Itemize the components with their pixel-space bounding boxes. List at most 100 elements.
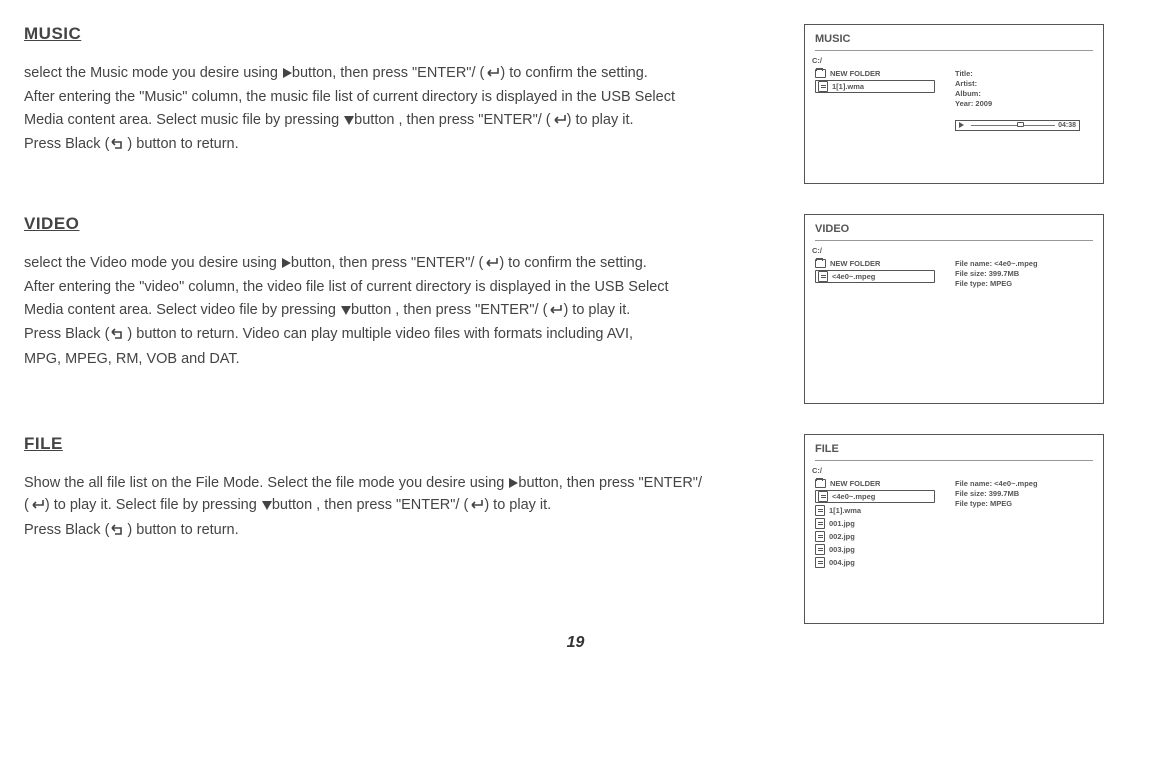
text: ) to play it. Select file by pressing [45, 497, 261, 513]
right-triangle-icon [282, 258, 291, 268]
file-icon [815, 531, 825, 542]
text: ) to confirm the setting. [499, 255, 646, 271]
list-item: 1[1].wma [815, 505, 945, 516]
file-list: NEW FOLDER 1[1].wma [815, 69, 945, 131]
video-panel: VIDEO C:/ NEW FOLDER <4e0~.mpeg File nam… [804, 214, 1104, 404]
meta-panel: Title: Artist: Album: Year: 2009 04:38 [955, 69, 1080, 131]
separator [815, 50, 1093, 51]
item-label: 001.jpg [829, 519, 855, 528]
text: ) to confirm the setting. [500, 65, 647, 81]
item-label: NEW FOLDER [830, 479, 880, 488]
item-label: 003.jpg [829, 545, 855, 554]
enter-icon [484, 64, 500, 86]
text: After entering the "video" column, the v… [24, 279, 669, 295]
down-triangle-icon [341, 306, 351, 315]
back-icon [109, 325, 127, 347]
text: MPG, MPEG, RM, VOB and DAT. [24, 351, 240, 367]
file-icon [815, 544, 825, 555]
list-item-selected: <4e0~.mpeg [815, 490, 935, 503]
meta-line: File name: <4e0~.mpeg [955, 479, 1038, 489]
down-triangle-icon [262, 501, 272, 510]
separator [815, 460, 1093, 461]
meta-line: Album: [955, 89, 1080, 99]
enter-icon [483, 254, 499, 276]
meta-line: Artist: [955, 79, 1080, 89]
text: button , then press "ENTER"/ ( [354, 112, 550, 128]
file-icon [818, 491, 828, 502]
meta-line: Year: 2009 [955, 99, 1080, 109]
music-body: select the Music mode you desire using b… [24, 62, 784, 158]
down-triangle-icon [344, 116, 354, 125]
meta-line: File size: 399.7MB [955, 489, 1038, 499]
item-label: 1[1].wma [829, 506, 861, 515]
item-label: 004.jpg [829, 558, 855, 567]
item-label: 1[1].wma [832, 82, 864, 91]
panel-title: FILE [815, 443, 1093, 458]
text: ) button to return. Video can play multi… [127, 326, 633, 342]
folder-icon [815, 479, 826, 488]
text: button, then press "ENTER"/ ( [292, 65, 484, 81]
text: button, then press "ENTER"/ ( [291, 255, 483, 271]
text: ) to play it. [567, 112, 634, 128]
panel-path: C:/ [812, 56, 1093, 65]
text: After entering the "Music" column, the m… [24, 89, 675, 105]
meta-line: File type: MPEG [955, 279, 1038, 289]
meta-line: File type: MPEG [955, 499, 1038, 509]
file-body: Show the all file list on the File Mode.… [24, 472, 784, 543]
meta-panel: File name: <4e0~.mpeg File size: 399.7MB… [955, 259, 1038, 289]
video-body: select the Video mode you desire using b… [24, 252, 784, 370]
text: Press Black ( [24, 522, 109, 538]
text: Media content area. Select music file by… [24, 112, 343, 128]
text: ) to play it. [563, 302, 630, 318]
list-item: 004.jpg [815, 557, 945, 568]
play-icon [959, 122, 964, 128]
file-icon [815, 518, 825, 529]
separator [815, 240, 1093, 241]
panel-path: C:/ [812, 466, 1093, 475]
text: ) button to return. [127, 522, 238, 538]
list-item: 002.jpg [815, 531, 945, 542]
file-list: NEW FOLDER <4e0~.mpeg [815, 259, 945, 289]
text: select the Music mode you desire using [24, 65, 282, 81]
progress-bar: 04:38 [955, 120, 1080, 131]
duration-label: 04:38 [1058, 122, 1076, 129]
video-heading: VIDEO [24, 214, 784, 234]
list-item-selected: 1[1].wma [815, 80, 935, 93]
text: ) to play it. [484, 497, 551, 513]
folder-icon [815, 69, 826, 78]
meta-line: File size: 399.7MB [955, 269, 1038, 279]
file-heading: FILE [24, 434, 784, 454]
list-item: 003.jpg [815, 544, 945, 555]
text: Press Black ( [24, 136, 109, 152]
meta-line: File name: <4e0~.mpeg [955, 259, 1038, 269]
music-heading: MUSIC [24, 24, 784, 44]
panel-title: MUSIC [815, 33, 1093, 48]
back-icon [109, 521, 127, 543]
item-label: NEW FOLDER [830, 69, 880, 78]
item-label: <4e0~.mpeg [832, 272, 875, 281]
file-icon [815, 505, 825, 516]
text: button , then press "ENTER"/ ( [272, 497, 468, 513]
music-panel: MUSIC C:/ NEW FOLDER 1[1].wma Title: Art… [804, 24, 1104, 184]
right-triangle-icon [283, 68, 292, 78]
enter-icon [468, 496, 484, 518]
list-item: NEW FOLDER [815, 479, 945, 488]
item-label: <4e0~.mpeg [832, 492, 875, 501]
progress-knob [1017, 122, 1024, 127]
text: Show the all file list on the File Mode.… [24, 475, 508, 491]
file-icon [818, 271, 828, 282]
list-item: NEW FOLDER [815, 69, 945, 78]
text: button, then press "ENTER"/ [518, 475, 702, 491]
meta-line: Title: [955, 69, 1080, 79]
back-icon [109, 135, 127, 157]
meta-panel: File name: <4e0~.mpeg File size: 399.7MB… [955, 479, 1038, 570]
file-icon [818, 81, 828, 92]
enter-icon [29, 496, 45, 518]
page-number: 19 [24, 634, 1127, 652]
folder-icon [815, 259, 826, 268]
list-item: NEW FOLDER [815, 259, 945, 268]
item-label: 002.jpg [829, 532, 855, 541]
text: Press Black ( [24, 326, 109, 342]
enter-icon [551, 111, 567, 133]
panel-path: C:/ [812, 246, 1093, 255]
